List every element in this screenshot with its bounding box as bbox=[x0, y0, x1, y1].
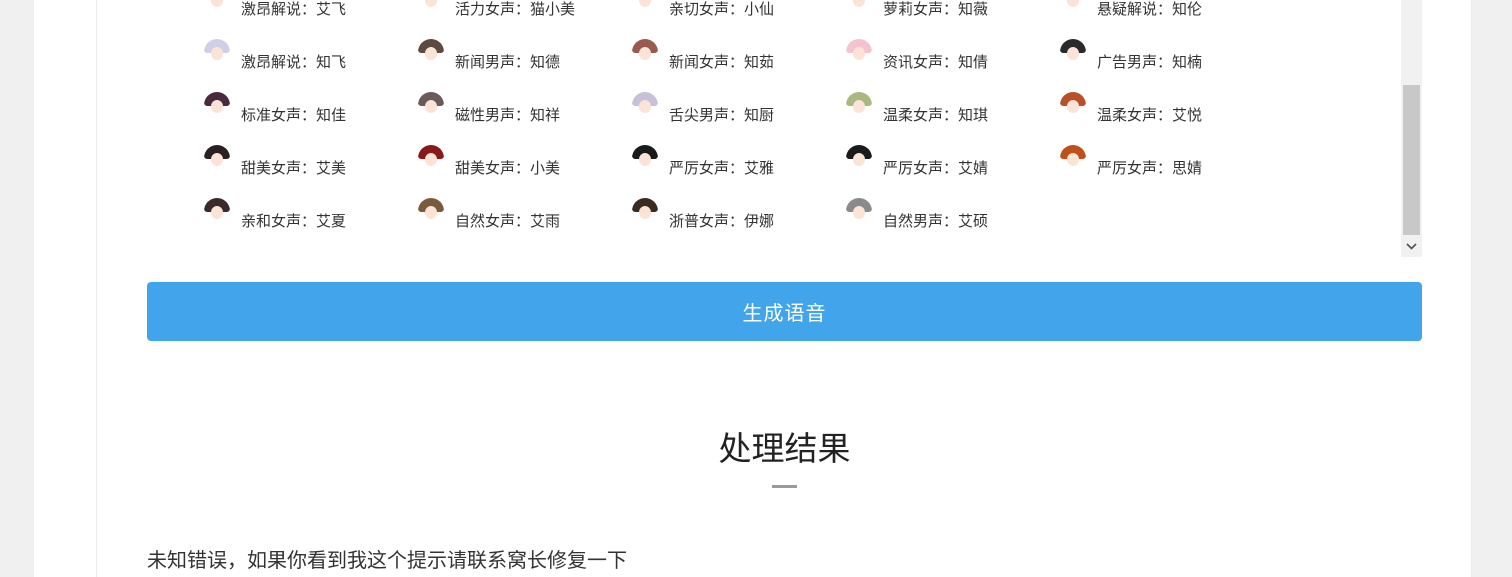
voice-option[interactable]: 活力女声：猫小美 bbox=[418, 0, 632, 39]
avatar-icon bbox=[632, 39, 658, 65]
result-title: 处理结果 bbox=[718, 429, 851, 468]
avatar-icon bbox=[418, 145, 444, 171]
voice-option[interactable]: 激昂解说：知飞 bbox=[204, 39, 418, 92]
avatar-icon bbox=[1060, 92, 1086, 118]
voice-option[interactable]: 悬疑解说：知伦 bbox=[1060, 0, 1274, 39]
voice-option-label: 磁性男声：知祥 bbox=[455, 106, 561, 124]
voice-option-label: 萝莉女声：知薇 bbox=[883, 0, 989, 18]
voice-option[interactable]: 亲和女声：艾夏 bbox=[204, 198, 418, 251]
voice-option[interactable]: 甜美女声：艾美 bbox=[204, 145, 418, 198]
avatar-icon bbox=[418, 92, 444, 118]
avatar-icon bbox=[1060, 39, 1086, 65]
voice-option[interactable]: 严厉女声：艾雅 bbox=[632, 145, 846, 198]
voice-option[interactable]: 舌尖男声：知厨 bbox=[632, 92, 846, 145]
voice-option-label: 新闻女声：知茹 bbox=[669, 53, 775, 71]
voice-option[interactable]: 甜美女声：小美 bbox=[418, 145, 632, 198]
avatar-icon bbox=[846, 198, 872, 224]
avatar-icon bbox=[204, 39, 230, 65]
voice-option-label: 严厉女声：艾雅 bbox=[669, 159, 775, 177]
voice-list-scrollbar[interactable] bbox=[1401, 0, 1422, 257]
avatar-icon bbox=[1060, 0, 1086, 12]
voice-option-label: 严厉女声：思婧 bbox=[1097, 159, 1203, 177]
avatar-icon bbox=[204, 198, 230, 224]
voice-option-label: 舌尖男声：知厨 bbox=[669, 106, 775, 124]
voice-option-label: 激昂解说：知飞 bbox=[241, 53, 347, 71]
result-message: 未知错误，如果你看到我这个提示请联系窝长修复一下 bbox=[147, 548, 627, 572]
voice-option-label: 广告男声：知楠 bbox=[1097, 53, 1203, 71]
voice-option[interactable]: 磁性男声：知祥 bbox=[418, 92, 632, 145]
avatar-icon bbox=[1060, 145, 1086, 171]
voice-option-label: 活力女声：猫小美 bbox=[455, 0, 576, 18]
voice-option[interactable]: 浙普女声：伊娜 bbox=[632, 198, 846, 251]
avatar-icon bbox=[204, 145, 230, 171]
voice-option-label: 温柔女声：知琪 bbox=[883, 106, 989, 124]
avatar-icon bbox=[632, 92, 658, 118]
voice-option[interactable]: 激昂解说：艾飞 bbox=[204, 0, 418, 39]
avatar-icon bbox=[632, 145, 658, 171]
voice-option[interactable]: 温柔女声：知琪 bbox=[846, 92, 1060, 145]
voice-option-label: 自然男声：艾硕 bbox=[883, 212, 989, 230]
avatar-icon bbox=[418, 0, 444, 12]
avatar-icon bbox=[632, 0, 658, 12]
voice-option-label: 亲和女声：艾夏 bbox=[241, 212, 347, 230]
voice-list-panel[interactable]: 激昂解说：艾飞 活力女声：猫小美 亲切女声：小仙 萝莉女声：知薇 悬疑解说：知伦激昂解说… bbox=[147, 0, 1422, 257]
avatar-icon bbox=[632, 198, 658, 224]
voice-option[interactable]: 自然男声：艾硕 bbox=[846, 198, 1060, 251]
voice-option-label: 浙普女声：伊娜 bbox=[669, 212, 775, 230]
voice-option-label: 自然女声：艾雨 bbox=[455, 212, 561, 230]
avatar-icon bbox=[846, 92, 872, 118]
voice-option[interactable]: 温柔女声：艾悦 bbox=[1060, 92, 1274, 145]
avatar-icon bbox=[846, 39, 872, 65]
avatar-icon bbox=[204, 0, 230, 12]
voice-option-label: 资讯女声：知倩 bbox=[883, 53, 989, 71]
voice-option[interactable]: 新闻女声：知茹 bbox=[632, 39, 846, 92]
voice-option[interactable]: 亲切女声：小仙 bbox=[632, 0, 846, 39]
voice-option-label: 甜美女声：艾美 bbox=[241, 159, 347, 177]
voice-option[interactable]: 新闻男声：知德 bbox=[418, 39, 632, 92]
voice-option-label: 标准女声：知佳 bbox=[241, 106, 347, 124]
scrollbar-thumb[interactable] bbox=[1403, 85, 1420, 235]
avatar-icon bbox=[846, 0, 872, 12]
voice-option[interactable]: 自然女声：艾雨 bbox=[418, 198, 632, 251]
voice-option-label: 悬疑解说：知伦 bbox=[1097, 0, 1203, 18]
voice-option[interactable]: 萝莉女声：知薇 bbox=[846, 0, 1060, 39]
voice-option-label: 甜美女声：小美 bbox=[455, 159, 561, 177]
generate-voice-button[interactable]: 生成语音 bbox=[147, 282, 1422, 341]
voice-option[interactable]: 严厉女声：艾婧 bbox=[846, 145, 1060, 198]
voice-option[interactable]: 标准女声：知佳 bbox=[204, 92, 418, 145]
voice-option[interactable]: 广告男声：知楠 bbox=[1060, 39, 1274, 92]
avatar-icon bbox=[846, 145, 872, 171]
voice-option-label: 温柔女声：艾悦 bbox=[1097, 106, 1203, 124]
voice-option-label: 亲切女声：小仙 bbox=[669, 0, 775, 18]
voice-option[interactable]: 严厉女声：思婧 bbox=[1060, 145, 1274, 198]
voice-option-label: 严厉女声：艾婧 bbox=[883, 159, 989, 177]
voice-grid: 激昂解说：艾飞 活力女声：猫小美 亲切女声：小仙 萝莉女声：知薇 悬疑解说：知伦激昂解说… bbox=[204, 0, 1274, 251]
result-divider bbox=[772, 485, 797, 488]
avatar-icon bbox=[204, 92, 230, 118]
voice-option-label: 激昂解说：艾飞 bbox=[241, 0, 347, 18]
avatar-icon bbox=[418, 198, 444, 224]
voice-option[interactable]: 资讯女声：知倩 bbox=[846, 39, 1060, 92]
scroll-down-arrow-icon[interactable] bbox=[1401, 236, 1422, 257]
voice-option-label: 新闻男声：知德 bbox=[455, 53, 561, 71]
avatar-icon bbox=[418, 39, 444, 65]
